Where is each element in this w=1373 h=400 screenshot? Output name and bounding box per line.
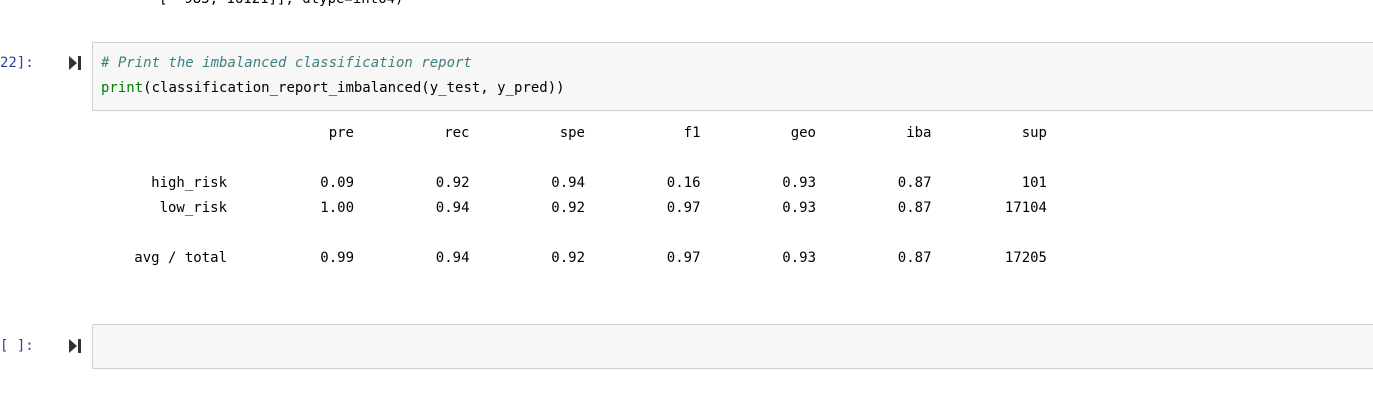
code-comment: # Print the imbalanced classification re… — [101, 55, 472, 71]
report-cell: 0.93 — [782, 175, 816, 191]
code-line-print: print(classification_report_imbalanced(y… — [101, 76, 565, 101]
report-row: high_risk 0.09 0.92 0.94 0.16 0.93 0.87 … — [100, 171, 1047, 196]
report-row: low_risk 1.00 0.94 0.92 0.97 0.93 0.87 1… — [100, 196, 1047, 221]
report-cell: 0.09 — [320, 175, 354, 191]
report-cell: 0.92 — [435, 175, 470, 191]
report-cell: 0.87 — [897, 200, 932, 216]
report-header: geo — [790, 125, 816, 141]
report-cell: 0.94 — [551, 175, 585, 191]
run-cell-icon[interactable] — [68, 338, 82, 354]
report-header: f1 — [683, 125, 701, 141]
report-cell: 0.97 — [666, 250, 701, 266]
notebook-page: [ 983, 16121]], dtype=int64) 22]: # Prin… — [0, 0, 1373, 400]
report-cell: 0.87 — [897, 250, 932, 266]
report-cell: 17104 — [1004, 200, 1047, 216]
report-header: pre — [328, 125, 354, 141]
code-builtin-print: print — [101, 80, 144, 96]
report-cell: 0.94 — [435, 250, 470, 266]
code-line-comment: # Print the imbalanced classification re… — [101, 51, 472, 76]
report-cell: 0.87 — [897, 175, 932, 191]
report-header: iba — [906, 125, 932, 141]
report-cell: 0.92 — [551, 200, 585, 216]
report-spacer — [100, 146, 1047, 171]
code-call: (classification_report_imbalanced(y_test… — [143, 80, 565, 96]
report-cell: 17205 — [1004, 250, 1047, 266]
report-cell: 0.16 — [666, 175, 701, 191]
report-cell: 0.99 — [320, 250, 354, 266]
report-cell: 0.92 — [551, 250, 585, 266]
report-total-row: avg / total 0.99 0.94 0.92 0.97 0.93 0.8… — [100, 246, 1047, 271]
report-cell: 0.93 — [782, 200, 816, 216]
report-header: rec — [444, 125, 470, 141]
code-input-cell-22[interactable]: # Print the imbalanced classification re… — [92, 42, 1373, 111]
previous-cell-output: [ 983, 16121]], dtype=int64) — [100, 0, 403, 12]
report-row-label: high_risk — [151, 175, 227, 191]
code-input-empty-cell[interactable] — [92, 324, 1373, 369]
report-cell: 101 — [1021, 175, 1047, 191]
cell-prompt-22: 22]: — [0, 55, 34, 71]
report-header: sup — [1021, 125, 1047, 141]
classification-report-output: pre rec spe f1 geo iba sup high_risk 0.0… — [100, 121, 1047, 271]
report-header: spe — [559, 125, 585, 141]
report-cell: 0.93 — [782, 250, 816, 266]
report-cell: 0.97 — [666, 200, 701, 216]
report-spacer — [100, 221, 1047, 246]
report-cell: 0.94 — [435, 200, 470, 216]
report-header-blank — [100, 121, 227, 146]
report-row-label: low_risk — [159, 200, 227, 216]
report-header-row: pre rec spe f1 geo iba sup — [100, 121, 1047, 146]
report-total-label: avg / total — [134, 250, 227, 266]
report-cell: 1.00 — [320, 200, 354, 216]
cell-prompt-empty: [ ]: — [0, 338, 34, 354]
run-cell-icon[interactable] — [68, 55, 82, 71]
